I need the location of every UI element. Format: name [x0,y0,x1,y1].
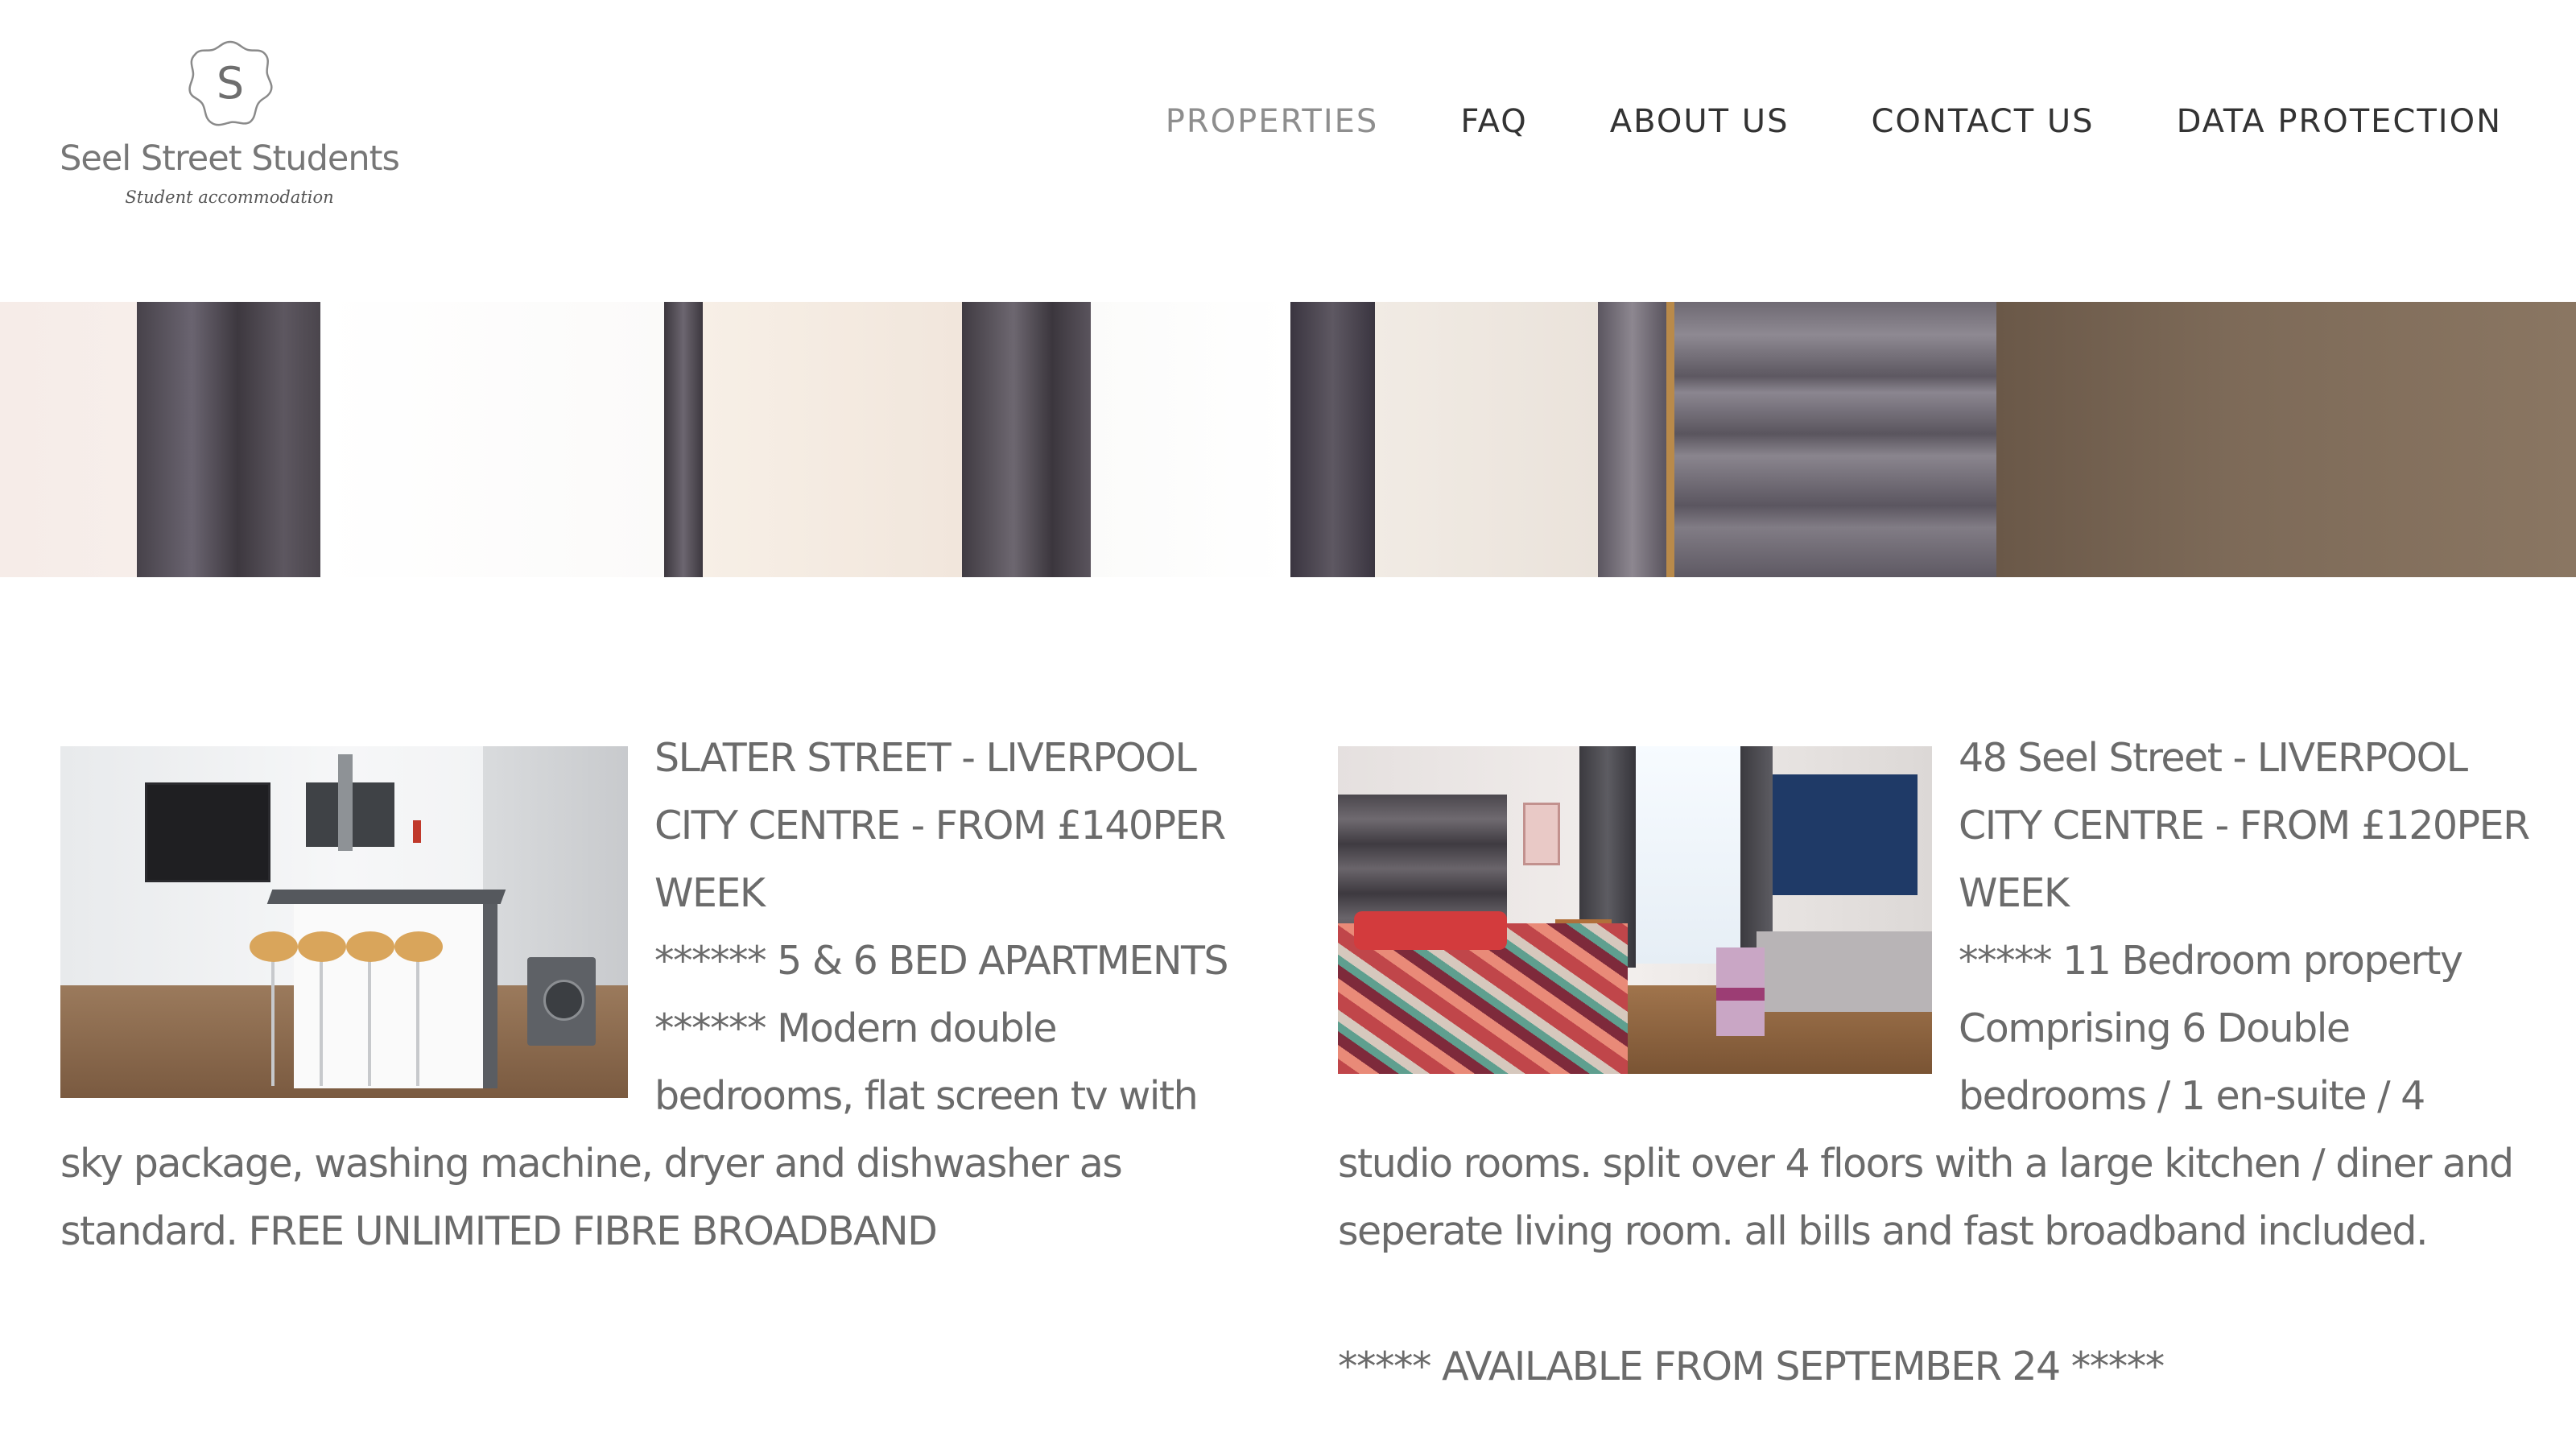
listing-slater-street: SLATER STREET - LIVERPOOL CITY CENTRE - … [60,724,1236,1265]
banner-curtain [137,302,320,577]
photo-part [1354,911,1507,950]
banner-headboard [1674,302,1996,577]
banner-frame [1666,302,1674,577]
nav-about-us[interactable]: ABOUT US [1610,103,1790,140]
nav-properties[interactable]: PROPERTIES [1166,103,1379,140]
banner-curtain [1290,302,1375,577]
photo-part [271,957,275,1086]
listing-photo-kitchen[interactable] [60,746,628,1098]
banner-wall [1091,302,1290,577]
photo-part [413,820,421,843]
photo-part [416,957,419,1086]
photo-part [1716,988,1765,1001]
nav-faq[interactable]: FAQ [1460,103,1527,140]
photo-part [346,931,394,962]
main-nav: PROPERTIES FAQ ABOUT US CONTACT US DATA … [1166,103,2502,140]
logo-tagline: Student accommodation [125,188,334,207]
photo-part [1773,774,1918,895]
photo-part [294,899,497,1088]
banner-curtain [1598,302,1674,577]
nav-data-protection[interactable]: DATA PROTECTION [2177,103,2502,140]
site-logo[interactable]: S Seel Street Students Student accommoda… [48,32,411,217]
banner-wall [703,302,962,577]
photo-part [1523,803,1560,865]
listing-photo-bedroom[interactable] [1338,746,1932,1074]
hero-banner-image [0,302,2576,577]
logo-monogram: S [217,58,244,109]
photo-part [266,890,506,904]
logo-name: Seel Street Students [60,138,400,179]
photo-part [320,957,323,1086]
banner-curtain [664,302,703,577]
photo-part [394,931,443,962]
availability-notice: ***** AVAILABLE FROM SEPTEMBER 24 ***** [1338,1344,2165,1389]
logo-badge-icon: S [185,39,275,129]
photo-part [368,957,371,1086]
photo-part [298,931,346,962]
listing-seel-street: 48 Seel Street - LIVERPOOL CITY CENTRE -… [1338,724,2530,1401]
photo-part [338,754,353,851]
nav-contact-us[interactable]: CONTACT US [1871,103,2094,140]
photo-part [145,782,270,882]
banner-wall [320,302,664,577]
banner-curtain [962,302,1091,577]
photo-part [543,980,584,1021]
banner-wall [1996,302,2576,577]
photo-part [250,931,298,962]
photo-part [1757,931,1932,1012]
